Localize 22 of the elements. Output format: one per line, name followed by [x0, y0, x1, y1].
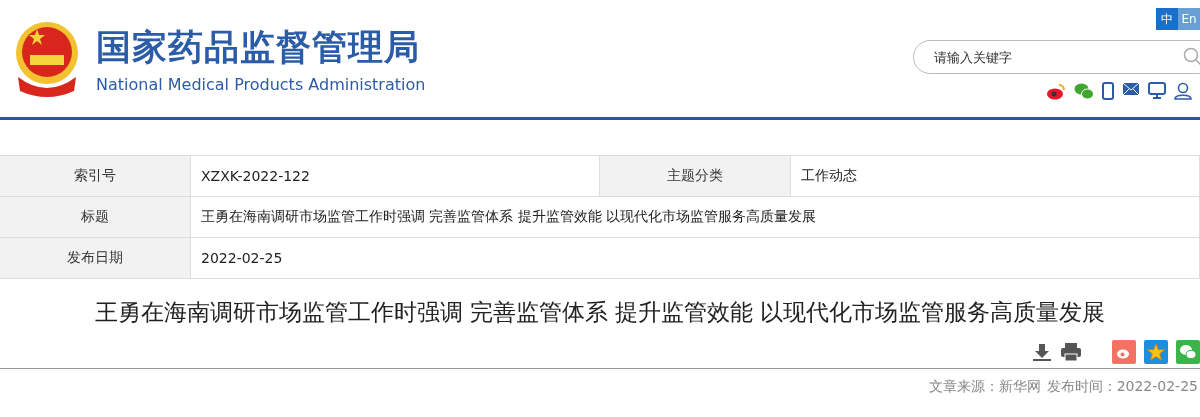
table-cell: 王勇在海南调研市场监管工作时强调 完善监管体系 提升监管效能 以现代化市场监管服务高质量发展 [191, 197, 1200, 237]
phone-icon[interactable] [1102, 82, 1114, 100]
site-subtitle: National Medical Products Administration [96, 74, 426, 94]
language-tab[interactable]: 中 [1156, 8, 1178, 30]
table-label: 标题 [0, 197, 191, 237]
mail-icon[interactable] [1122, 82, 1140, 96]
table-cell: 工作动态 [791, 156, 1200, 196]
download-icon[interactable] [1032, 342, 1052, 362]
table-cell: 2022-02-25 [191, 238, 1200, 278]
site-title: 国家药品监督管理局 [96, 25, 421, 69]
article-source: 文章来源：新华网 [928, 378, 1041, 396]
print-icon[interactable] [1060, 342, 1082, 362]
user-icon[interactable] [1174, 82, 1192, 100]
table-label: 索引号 [0, 156, 191, 196]
table-label: 主题分类 [600, 156, 791, 196]
publish-time: 发布时间：2022-02-25 [1046, 378, 1198, 396]
search-field[interactable]: 请输入关键字 [913, 40, 1200, 74]
language-tab[interactable]: En [1178, 8, 1200, 30]
article-title: 王勇在海南调研市场监管工作时强调 完善监管体系 提升监管效能 以现代化市场监管服务高质量发展 [93, 298, 1107, 327]
monitor-icon[interactable] [1148, 82, 1166, 100]
table-label: 发布日期 [0, 238, 191, 278]
star-share-icon[interactable] [1144, 340, 1168, 364]
